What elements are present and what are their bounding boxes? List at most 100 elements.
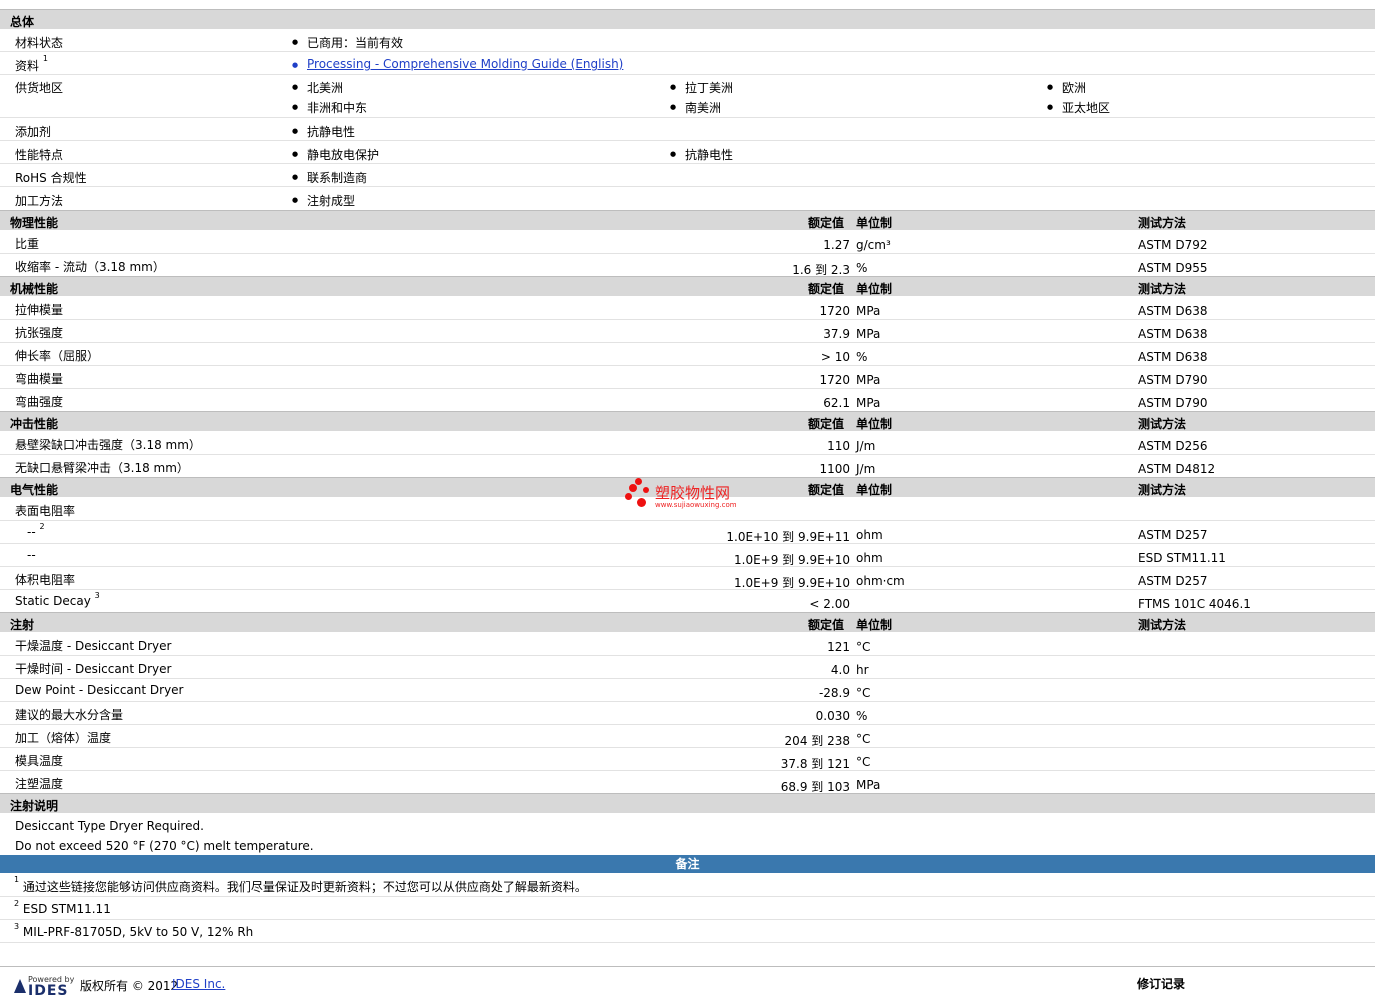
test-method: ASTM D257 xyxy=(1138,574,1208,588)
property-value: 204 到 238 xyxy=(784,734,850,748)
property-label: 注塑温度 xyxy=(15,777,64,791)
property-label: 模具温度 xyxy=(15,754,64,768)
property-value: 1.0E+9 到 9.9E+10 xyxy=(734,576,850,590)
region-item: 欧洲 xyxy=(1047,79,1086,96)
property-row: 干燥时间 - Desiccant Dryer 4.0 hr xyxy=(0,656,1375,679)
method-header: 测试方法 xyxy=(1138,483,1187,497)
remark-row: 2 ESD STM11.11 xyxy=(0,897,1375,920)
region-item: 亚太地区 xyxy=(1047,99,1110,116)
property-label: -- 2 xyxy=(27,522,45,539)
property-row: 弯曲强度 62.1 MPa ASTM D790 xyxy=(0,389,1375,412)
note-line: Desiccant Type Dryer Required. xyxy=(15,819,204,833)
test-method: ASTM D256 xyxy=(1138,439,1208,453)
unit-header: 单位制 xyxy=(856,417,893,431)
property-label: 弯曲模量 xyxy=(15,372,64,386)
property-unit: J/m xyxy=(856,462,876,476)
property-unit: J/m xyxy=(856,439,876,453)
property-unit: °C xyxy=(856,732,871,746)
remarks-header: 备注 xyxy=(0,855,1375,873)
remark-row: 3 MIL-PRF-81705D, 5kV to 50 V, 12% Rh xyxy=(0,920,1375,943)
property-label: 比重 xyxy=(15,237,40,251)
section-title: 冲击性能 xyxy=(10,417,59,431)
property-label: 收缩率 - 流动（3.18 mm） xyxy=(15,260,165,274)
property-unit: % xyxy=(856,350,868,364)
section-header: 冲击性能 额定值 单位制 测试方法 xyxy=(0,411,1375,431)
row-value: 静电放电保护 xyxy=(292,146,379,163)
row-label: 资料 1 xyxy=(15,54,48,73)
property-unit: % xyxy=(856,261,868,275)
row-value: 注射成型 xyxy=(292,192,355,209)
property-row: 干燥温度 - Desiccant Dryer 121 °C xyxy=(0,633,1375,656)
property-value: < 2.00 xyxy=(809,597,850,611)
test-method: ASTM D790 xyxy=(1138,396,1208,410)
property-unit: MPa xyxy=(856,396,881,410)
property-label: 拉伸模量 xyxy=(15,303,64,317)
section-header: 注射 额定值 单位制 测试方法 xyxy=(0,612,1375,632)
property-value: 1.27 xyxy=(823,238,850,252)
test-method: ASTM D638 xyxy=(1138,327,1208,341)
property-value: 1.0E+9 到 9.9E+10 xyxy=(734,553,850,567)
copyright: 版权所有 © 2012 xyxy=(80,979,179,993)
general-row-status: 材料状态 已商用：当前有效 xyxy=(0,30,1375,52)
property-value: 0.030 xyxy=(815,709,850,723)
row-value: 抗静电性 xyxy=(670,146,733,163)
property-value: 4.0 xyxy=(830,663,850,677)
property-unit: °C xyxy=(856,686,871,700)
property-unit: hr xyxy=(856,663,869,677)
revision-history-link[interactable]: 修订记录 xyxy=(1137,975,1185,992)
method-header: 测试方法 xyxy=(1138,216,1187,230)
region-item: 南美洲 xyxy=(670,99,721,116)
property-label: 伸长率（屈服） xyxy=(15,349,100,363)
property-value: 121 xyxy=(827,640,850,654)
region-item: 拉丁美洲 xyxy=(670,79,733,96)
property-row: 无缺口悬臂梁冲击（3.18 mm） 1100 J/m ASTM D4812 xyxy=(0,455,1375,478)
property-row: 弯曲模量 1720 MPa ASTM D790 xyxy=(0,366,1375,389)
property-unit: MPa xyxy=(856,778,881,792)
property-unit: ohm xyxy=(856,551,883,565)
property-value: 1720 xyxy=(819,304,850,318)
property-label: 弯曲强度 xyxy=(15,395,64,409)
watermark-url: www.sujiaowuxing.com xyxy=(655,501,737,509)
test-method: ASTM D638 xyxy=(1138,350,1208,364)
property-row: -- 1.0E+9 到 9.9E+10 ohm ESD STM11.11 xyxy=(0,544,1375,567)
region-item: 非洲和中东 xyxy=(292,99,367,116)
general-row-features: 性能特点 静电放电保护 抗静电性 xyxy=(0,141,1375,164)
property-row: Dew Point - Desiccant Dryer -28.9 °C xyxy=(0,679,1375,702)
property-row: 收缩率 - 流动（3.18 mm） 1.6 到 2.3% ASTM D955 xyxy=(0,254,1375,277)
general-row-regions: 供货地区 北美洲 拉丁美洲 欧洲 非洲和中东 南美洲 亚太地区 xyxy=(0,75,1375,118)
test-method: ASTM D257 xyxy=(1138,528,1208,542)
property-row: 伸长率（屈服） > 10% ASTM D638 xyxy=(0,343,1375,366)
unit-header: 单位制 xyxy=(856,618,893,632)
property-row: 悬壁梁缺口冲击强度（3.18 mm） 110 J/m ASTM D256 xyxy=(0,432,1375,455)
property-unit: MPa xyxy=(856,304,881,318)
watermark-logo: 塑胶物性网 www.sujiaowuxing.com xyxy=(625,478,760,514)
method-header: 测试方法 xyxy=(1138,282,1187,296)
test-method: ASTM D638 xyxy=(1138,304,1208,318)
test-method: ASTM D955 xyxy=(1138,261,1208,275)
row-label: 材料状态 xyxy=(15,36,64,50)
test-method: ESD STM11.11 xyxy=(1138,551,1226,565)
section-title: 电气性能 xyxy=(10,483,59,497)
section-title: 注射 xyxy=(10,618,35,632)
document-link[interactable]: Processing - Comprehensive Molding Guide… xyxy=(292,57,623,71)
test-method: FTMS 101C 4046.1 xyxy=(1138,597,1251,611)
row-value: 联系制造商 xyxy=(292,169,367,186)
general-row-processing: 加工方法 注射成型 xyxy=(0,187,1375,210)
property-label: 加工（熔体）温度 xyxy=(15,731,112,745)
property-value: 37.8 到 121 xyxy=(780,757,850,771)
property-row: 模具温度 37.8 到 121 °C xyxy=(0,748,1375,771)
property-row: 抗张强度 37.9 MPa ASTM D638 xyxy=(0,320,1375,343)
property-label: -- xyxy=(27,548,36,562)
property-unit: g/cm³ xyxy=(856,238,891,252)
property-unit: MPa xyxy=(856,327,881,341)
property-label: Dew Point - Desiccant Dryer xyxy=(15,683,184,697)
property-unit: ohm xyxy=(856,528,883,542)
property-unit: °C xyxy=(856,755,871,769)
region-item: 北美洲 xyxy=(292,79,343,96)
property-label: 体积电阻率 xyxy=(15,573,76,587)
property-row: 注塑温度 68.9 到 103 MPa xyxy=(0,771,1375,794)
row-label: 性能特点 xyxy=(15,148,64,162)
section-header-general: 总体 xyxy=(0,9,1375,29)
company-link[interactable]: IDES Inc. xyxy=(172,977,225,991)
property-value: 1100 xyxy=(819,462,850,476)
